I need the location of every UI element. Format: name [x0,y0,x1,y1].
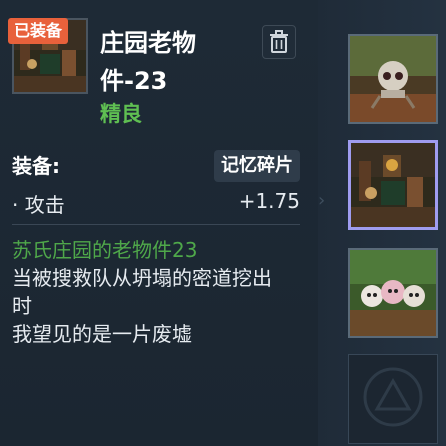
description-line: 当被搜救队从坍塌的密道挖出 [12,266,272,290]
robot-item-icon [350,36,436,122]
description-name: 苏氏庄园的老物件23 [12,238,198,262]
item-slot-1[interactable] [348,34,438,124]
item-slot-3[interactable] [348,248,438,338]
item-detail-panel: 已装备 庄园老物件-23 精良 装备: 记忆碎片 · 攻击 +1.75 苏氏庄园… [0,0,318,446]
delete-button[interactable] [262,25,296,59]
rarity-label: 精良 [100,102,142,126]
stat-value: +1.75 [238,189,300,213]
chevron-right-icon: › [318,190,326,211]
stat-name: · 攻击 [12,193,65,217]
trash-icon [270,30,288,53]
description-line: 我望见的是一片废墟 [12,322,192,346]
divider [12,224,300,225]
empty-slot-icon [363,367,423,427]
description-text: 当被搜救队从坍塌的密道挖出 时 我望见的是一片废墟 [12,264,302,348]
description-line: 时 [12,294,32,318]
equipped-badge: 已装备 [8,18,69,44]
item-slot-4[interactable] [348,354,438,444]
item-title: 庄园老物件-23 [100,29,196,95]
category-tag: 记忆碎片 [214,150,300,182]
equip-label: 装备: [12,154,60,178]
animals-item-icon [350,250,436,336]
manor-item-icon [351,143,435,227]
item-slot-2[interactable] [348,140,438,230]
